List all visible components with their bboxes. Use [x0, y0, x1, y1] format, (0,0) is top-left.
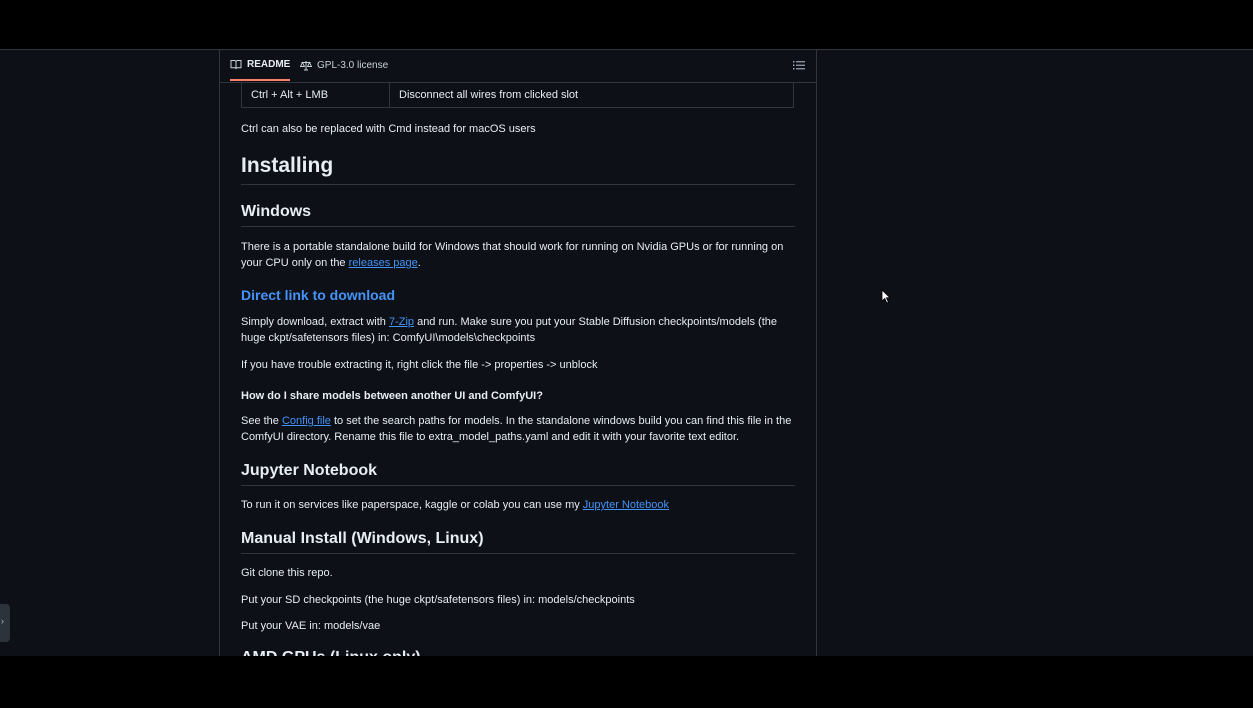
heading-divider [241, 485, 795, 486]
shortcut-key-cell: Ctrl + Alt + LMB [242, 83, 390, 107]
jupyter-heading: Jupyter Notebook [241, 462, 378, 479]
download-text: Simply download, extract with [241, 316, 389, 328]
book-icon [230, 60, 242, 70]
trouble-paragraph: If you have trouble extracting it, right… [241, 359, 598, 371]
heading-divider [241, 553, 795, 554]
browser-viewport: README GPL-3.0 license Ctrl + Alt + LMB … [0, 49, 1253, 656]
outline-button[interactable] [792, 58, 806, 72]
tab-license[interactable]: GPL-3.0 license [300, 50, 388, 81]
git-clone-paragraph: Git clone this repo. [241, 567, 333, 579]
jupyter-text: To run it on services like paperspace, k… [241, 499, 583, 511]
checkpoints-paragraph: Put your SD checkpoints (the huge ckpt/s… [241, 594, 635, 606]
amd-gpus-heading: AMD GPUs (Linux only) [241, 648, 795, 656]
windows-text-end: . [417, 257, 421, 269]
list-icon [793, 61, 805, 70]
tab-readme-label: README [247, 59, 291, 70]
vae-paragraph: Put your VAE in: models/vae [241, 620, 381, 632]
heading-divider [241, 184, 795, 185]
shortcut-table-row: Ctrl + Alt + LMB Disconnect all wires fr… [241, 83, 794, 108]
config-paragraph: See the Config file to set the search pa… [241, 413, 795, 445]
direct-link-heading[interactable]: Direct link to download [241, 286, 795, 304]
releases-page-link[interactable]: releases page [349, 257, 418, 269]
ctrl-note: Ctrl can also be replaced with Cmd inste… [241, 123, 536, 135]
readme-panel: README GPL-3.0 license Ctrl + Alt + LMB … [219, 50, 817, 656]
installing-heading: Installing [241, 154, 334, 177]
share-models-heading: How do I share models between another UI… [241, 390, 543, 402]
tab-readme[interactable]: README [230, 50, 291, 81]
7zip-link[interactable]: 7-Zip [389, 316, 414, 328]
shortcut-description-cell: Disconnect all wires from clicked slot [399, 89, 579, 101]
config-text: See the [241, 415, 282, 427]
jupyter-notebook-link[interactable]: Jupyter Notebook [583, 499, 669, 511]
download-paragraph: Simply download, extract with 7-Zip and … [241, 314, 795, 346]
side-panel-toggle[interactable]: › [0, 604, 10, 642]
manual-install-heading: Manual Install (Windows, Linux) [241, 530, 484, 547]
scale-icon [300, 61, 312, 71]
tab-license-label: GPL-3.0 license [317, 60, 389, 71]
config-file-link[interactable]: Config file [282, 415, 331, 427]
heading-divider [241, 226, 795, 227]
mouse-cursor-icon [881, 289, 891, 304]
windows-text: There is a portable standalone build for… [241, 241, 784, 269]
windows-heading: Windows [241, 203, 312, 220]
jupyter-paragraph: To run it on services like paperspace, k… [241, 497, 795, 513]
chevron-right-icon: › [1, 616, 4, 626]
windows-paragraph: There is a portable standalone build for… [241, 239, 795, 271]
readme-tab-bar: README GPL-3.0 license [220, 50, 816, 83]
